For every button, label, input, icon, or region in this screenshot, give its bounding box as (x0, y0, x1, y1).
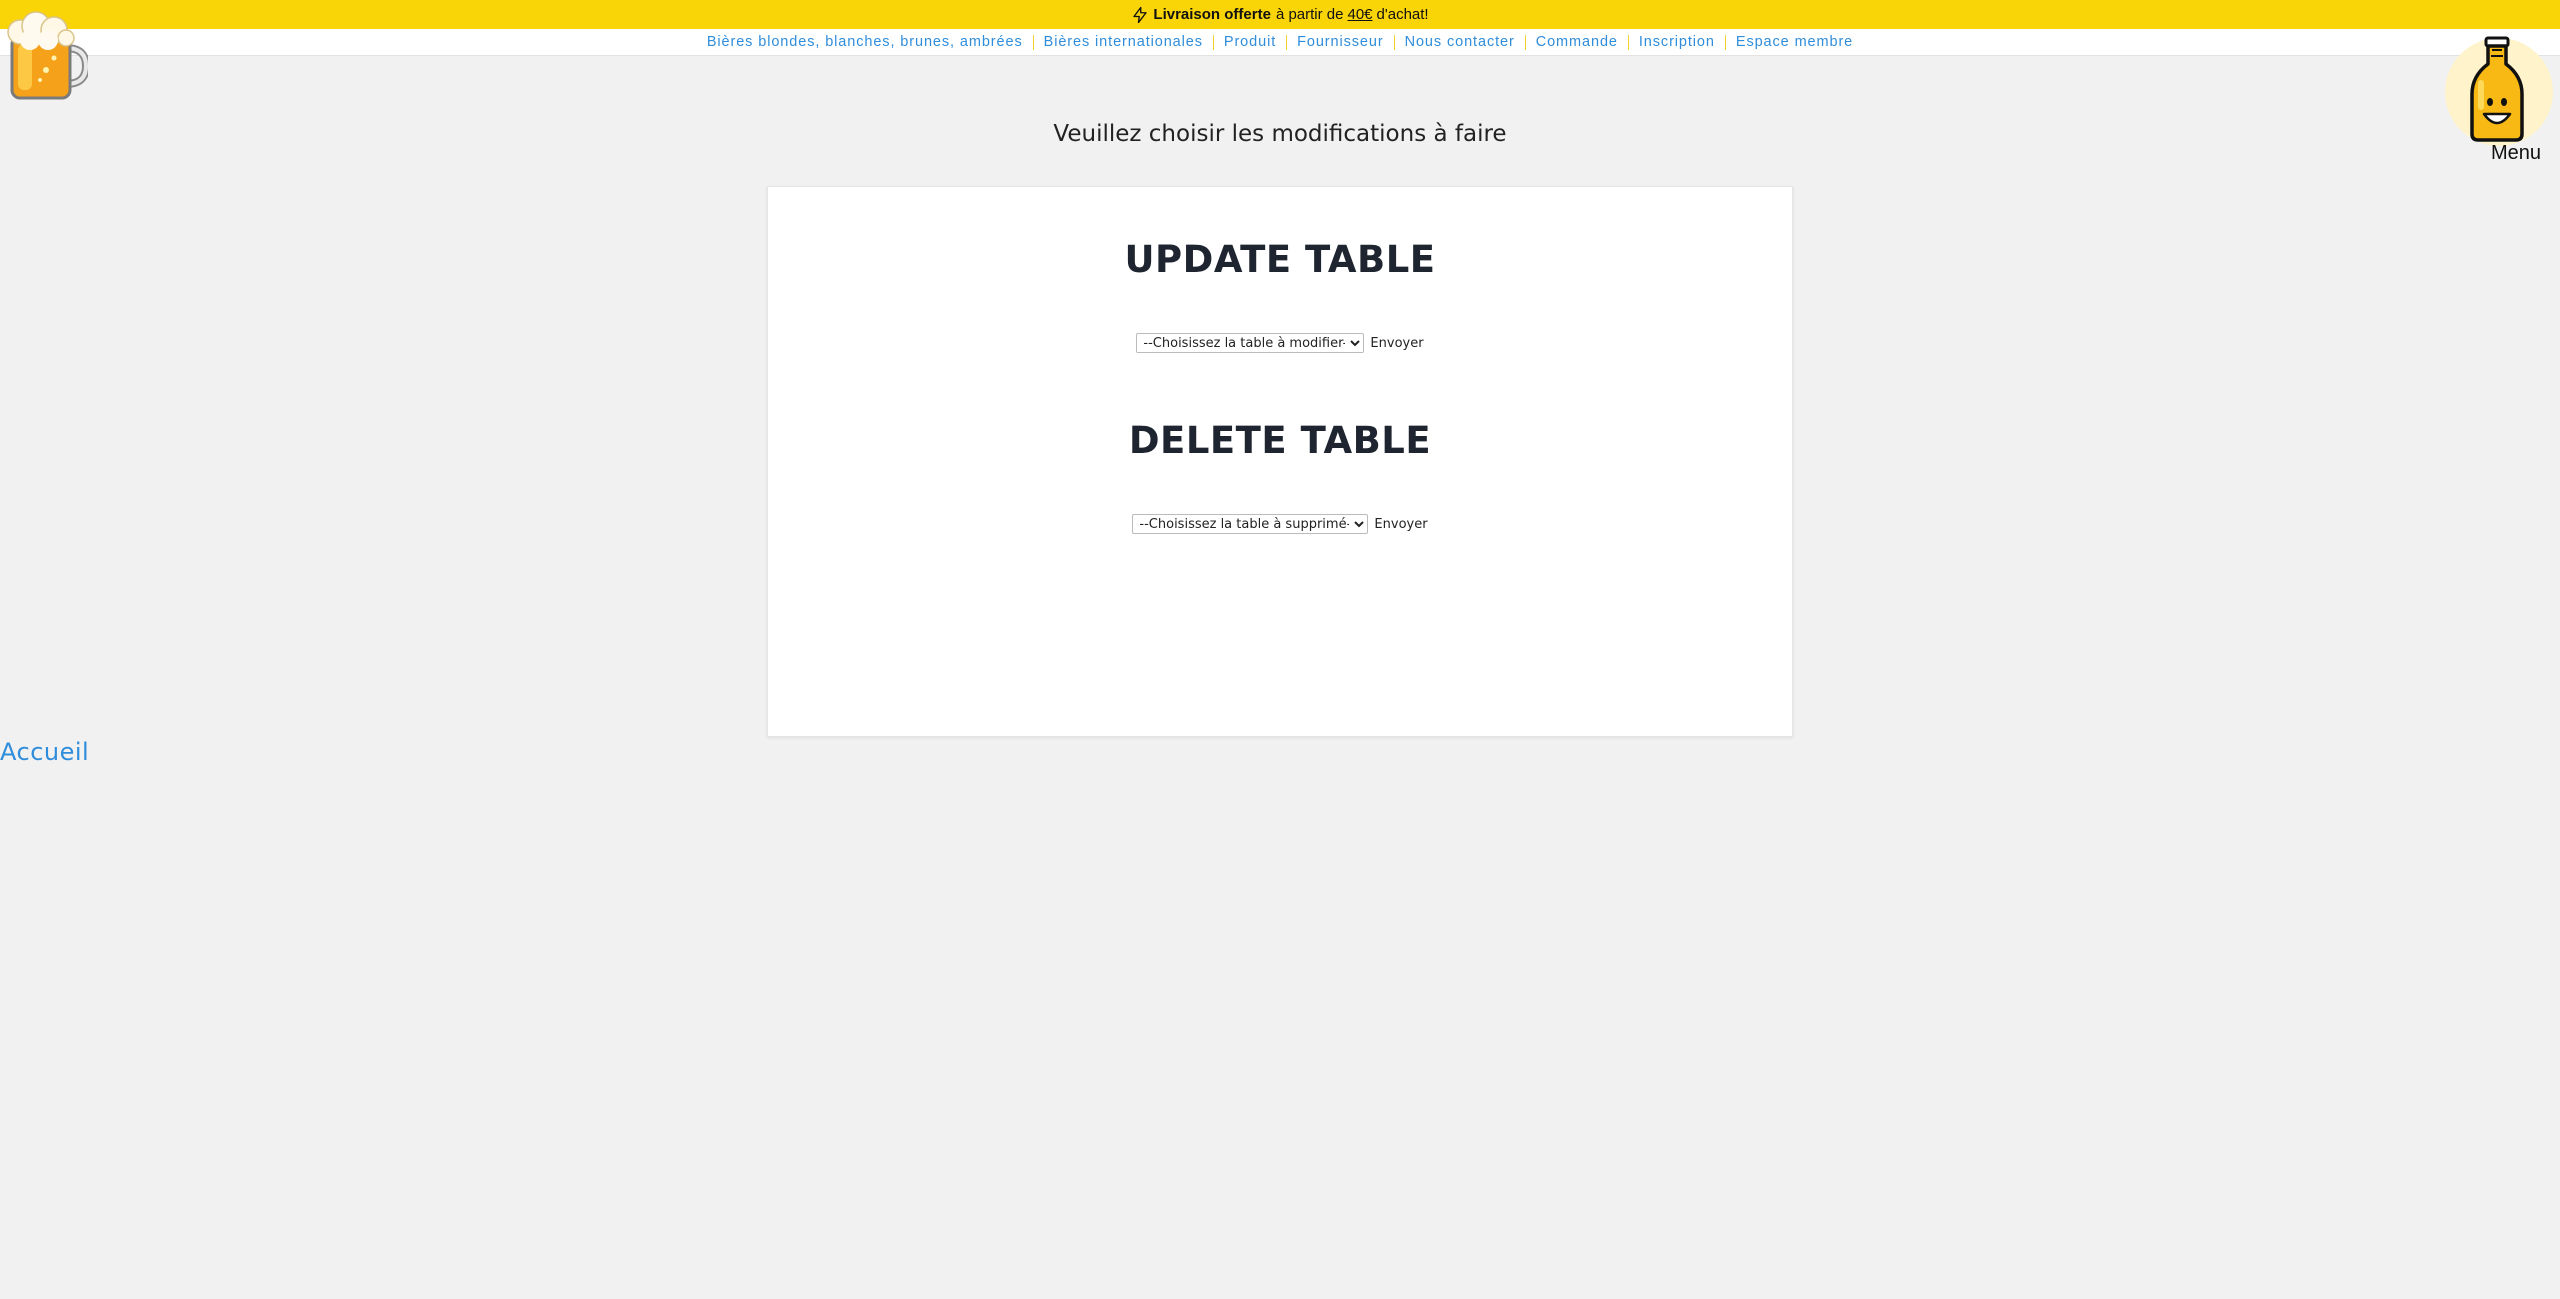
main-nav: Bières blondes, blanches, brunes, ambrée… (0, 29, 2560, 56)
promo-suffix: d'achat! (1376, 6, 1429, 23)
update-table-form: --Choisissez la table à modifier-- Envoy… (768, 333, 1792, 353)
nav-item-commande[interactable]: Commande (1524, 34, 1628, 50)
page-heading: Veuillez choisir les modifications à fai… (1053, 121, 1507, 147)
nav-item-inscription[interactable]: Inscription (1627, 34, 1725, 50)
nav-item-bieres-blondes[interactable]: Bières blondes, blanches, brunes, ambrée… (697, 34, 1033, 50)
delete-table-select[interactable]: --Choisissez la table à supprimé-- (1132, 514, 1369, 534)
delete-submit-button[interactable]: Envoyer (1374, 517, 1427, 532)
delete-table-title: DELETE TABLE (1128, 419, 1432, 462)
beer-mug-logo[interactable] (6, 10, 88, 102)
delete-table-form: --Choisissez la table à supprimé-- Envoy… (768, 514, 1792, 534)
promo-banner: Livraison offerte à partir de 40€ d'acha… (0, 0, 2560, 29)
update-submit-button[interactable]: Envoyer (1370, 336, 1423, 351)
nav-item-fournisseur[interactable]: Fournisseur (1286, 34, 1393, 50)
promo-prefix: à partir de (1275, 6, 1344, 23)
promo-amount: 40€ (1347, 6, 1373, 23)
home-link[interactable]: Accueil (0, 738, 89, 766)
lightning-icon (1133, 6, 1148, 23)
nav-item-espace-membre[interactable]: Espace membre (1724, 34, 1863, 50)
nav-item-produit[interactable]: Produit (1212, 34, 1286, 50)
promo-bold-text: Livraison offerte (1153, 6, 1271, 23)
nav-item-bieres-internationales[interactable]: Bières internationales (1032, 34, 1213, 50)
admin-card: UPDATE TABLE --Choisissez la table à mod… (767, 186, 1793, 737)
update-table-title: UPDATE TABLE (1124, 238, 1436, 281)
nav-item-nous-contacter[interactable]: Nous contacter (1393, 34, 1525, 50)
update-table-select[interactable]: --Choisissez la table à modifier-- (1136, 333, 1365, 353)
